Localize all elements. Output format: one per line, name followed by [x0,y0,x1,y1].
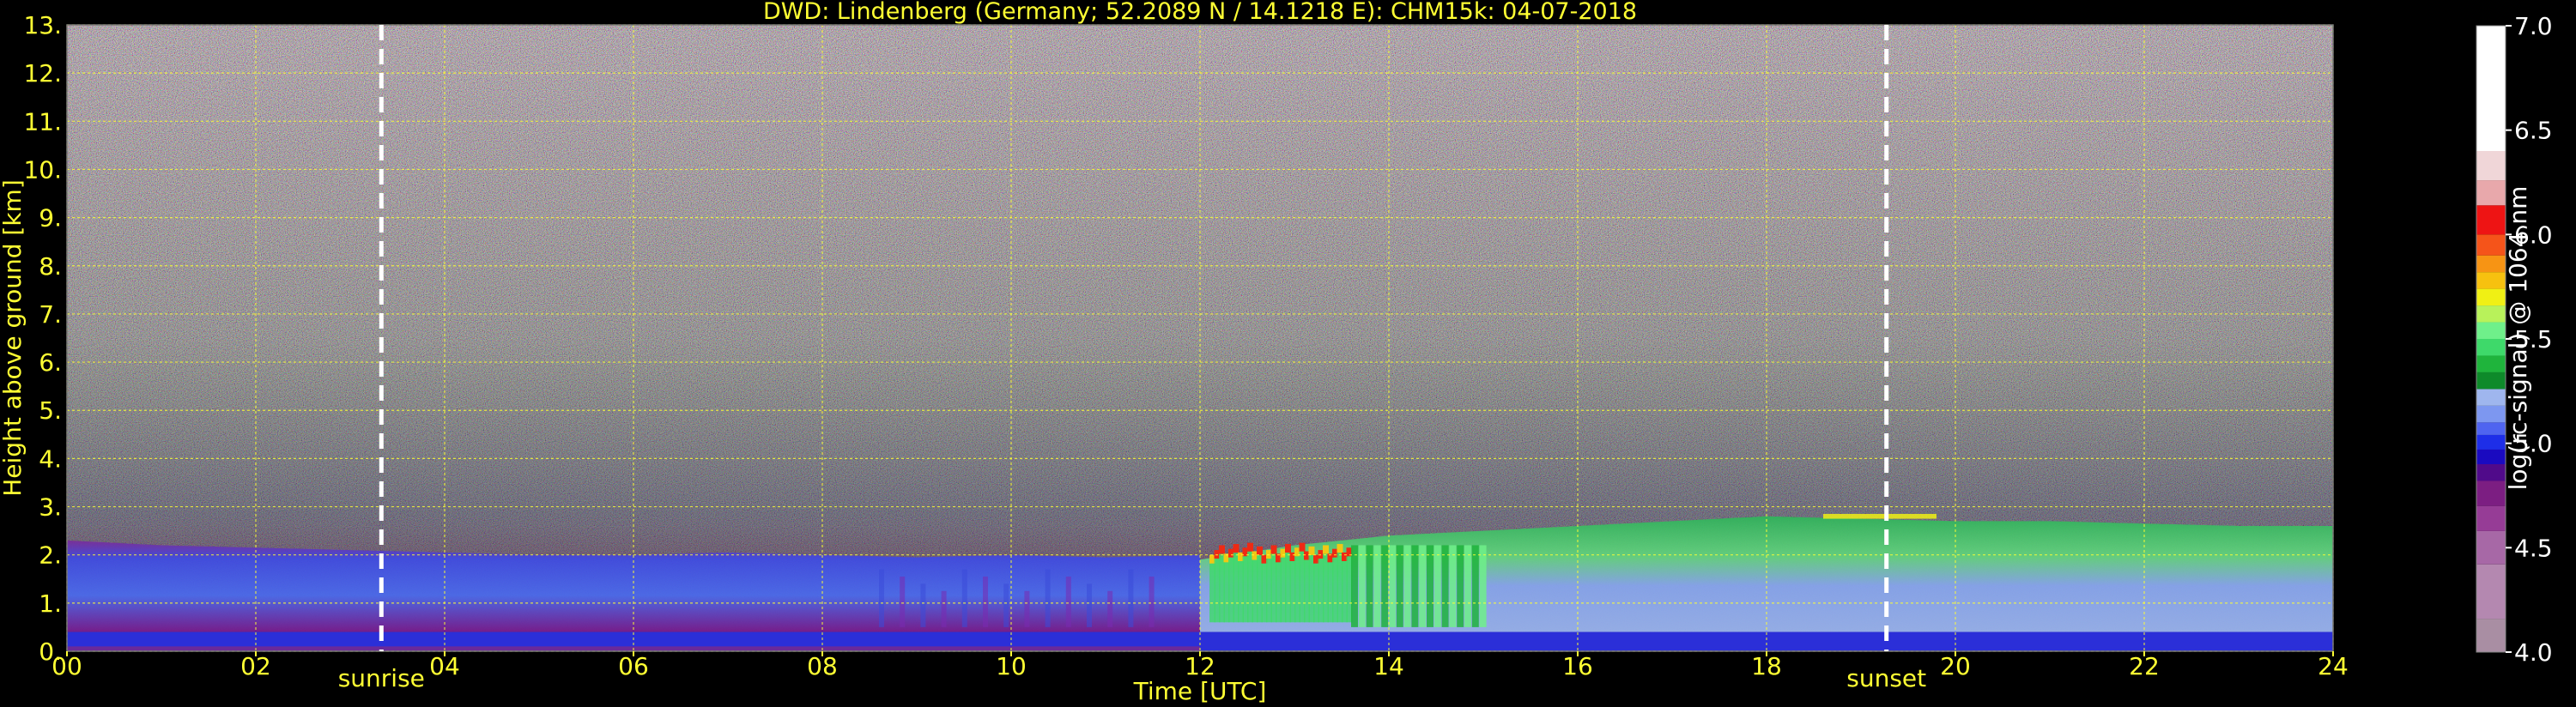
convective-cell [1457,545,1464,627]
y-tick-label: 5. [39,396,62,425]
convective-plume [900,576,906,627]
colorbar-segment [2476,272,2506,289]
convective-plume [1087,583,1092,627]
cloud-top [1285,544,1291,553]
convective-plume [1149,576,1155,627]
colorbar-segment [2476,322,2506,339]
convective-cell [1433,545,1441,627]
colorbar-segment [2476,389,2506,406]
convective-cell [1389,545,1396,627]
convective-plume [1107,590,1113,627]
cloud-top [1323,545,1329,554]
cloud-top [1270,545,1277,554]
convective-plume [1128,569,1134,627]
convective-cell [1351,545,1358,627]
convective-cell [1358,545,1366,627]
colorbar-segment [2476,355,2506,372]
convective-cell [1419,545,1427,627]
convective-plume [1024,590,1030,627]
convective-plume [1045,569,1051,627]
convective-cell [1396,545,1403,627]
y-tick-label: 12. [23,59,62,88]
colorbar-label: log(rc-signal) @ 1064 nm [2504,186,2532,491]
colorbar-tick-label: 6.5 [2514,117,2553,145]
sunset-label: sunset [1846,664,1926,692]
colorbar-segment [2476,564,2506,619]
y-tick-label: 8. [39,252,62,281]
y-tick-label: 9. [39,204,62,233]
cloud-top [1233,544,1240,553]
convective-cell [1449,545,1457,627]
colorbar-tick-label: 4.5 [2514,534,2553,562]
chart-title: DWD: Lindenberg (Germany; 52.2089 N / 14… [763,0,1637,25]
y-tick-label: 10. [23,155,62,184]
cloud-top [1247,542,1253,552]
convective-plume [983,576,988,627]
colorbar-segment [2476,255,2506,273]
convective-cell [1381,545,1389,627]
cloud-top [1257,546,1263,555]
cloud-top [1336,544,1343,553]
convective-plume [1003,583,1009,627]
colorbar-segment [2476,434,2506,450]
convective-plume [1065,576,1071,627]
colorbar-segment [2476,151,2506,181]
colorbar-segment [2476,530,2506,565]
colorbar-segment [2476,288,2506,306]
colorbar-segment [2476,180,2506,206]
colorbar-segment [2476,205,2506,235]
y-tick-label: 4. [39,444,62,473]
colorbar-segment [2476,480,2506,506]
convective-cell [1403,545,1411,627]
convective-plume [961,569,967,627]
y-tick-label: 6. [39,348,62,377]
colorbar-segment [2476,449,2506,464]
sunrise-label: sunrise [338,664,425,692]
convective-cell [1366,545,1373,627]
colorbar-segment [2476,234,2506,256]
colorbar-tick-label: 7.0 [2514,12,2553,40]
y-tick-label: 1. [39,589,62,618]
colorbar-segment [2476,619,2506,652]
convective-cell [1411,545,1419,627]
colorbar-segment [2476,505,2506,531]
colorbar-segment [2476,339,2506,356]
cloud-top [1308,546,1315,555]
ceilometer-chart: sunrise sunset 00 02 04 06 08 10 12 14 16 18 20 22 24… [0,0,2553,705]
convective-cell [1373,545,1381,627]
convective-plume [920,583,926,627]
convective-cell [1464,545,1471,627]
colorbar-segment [2476,422,2506,435]
colorbar-segment [2476,405,2506,423]
convective-plume [879,569,884,627]
convective-cell [1427,545,1433,627]
x-axis-label: Time [UTC] [1133,677,1267,705]
y-tick-label: 3. [39,493,62,522]
cloud-top [1219,545,1225,554]
y-tick-label: 2. [39,541,62,570]
y-tick-label: 0. [39,638,62,666]
colorbar-segment [2476,26,2506,151]
convective-plume [941,590,947,627]
convective-cell [1471,545,1479,627]
convective-cell [1441,545,1449,627]
y-tick-label: 13. [23,11,62,39]
cloud-top [1299,542,1306,552]
y-axis-label: Height above ground [km] [0,179,27,497]
colorbar-tick-label: 4.0 [2514,638,2553,667]
colorbar-segment [2476,464,2506,481]
y-tick-label: 7. [39,300,62,329]
elevated-layer [1823,513,1937,519]
colorbar-segment [2476,372,2506,390]
y-tick-label: 11. [23,107,62,136]
colorbar-segment [2476,305,2506,323]
convective-cell [1479,545,1487,627]
